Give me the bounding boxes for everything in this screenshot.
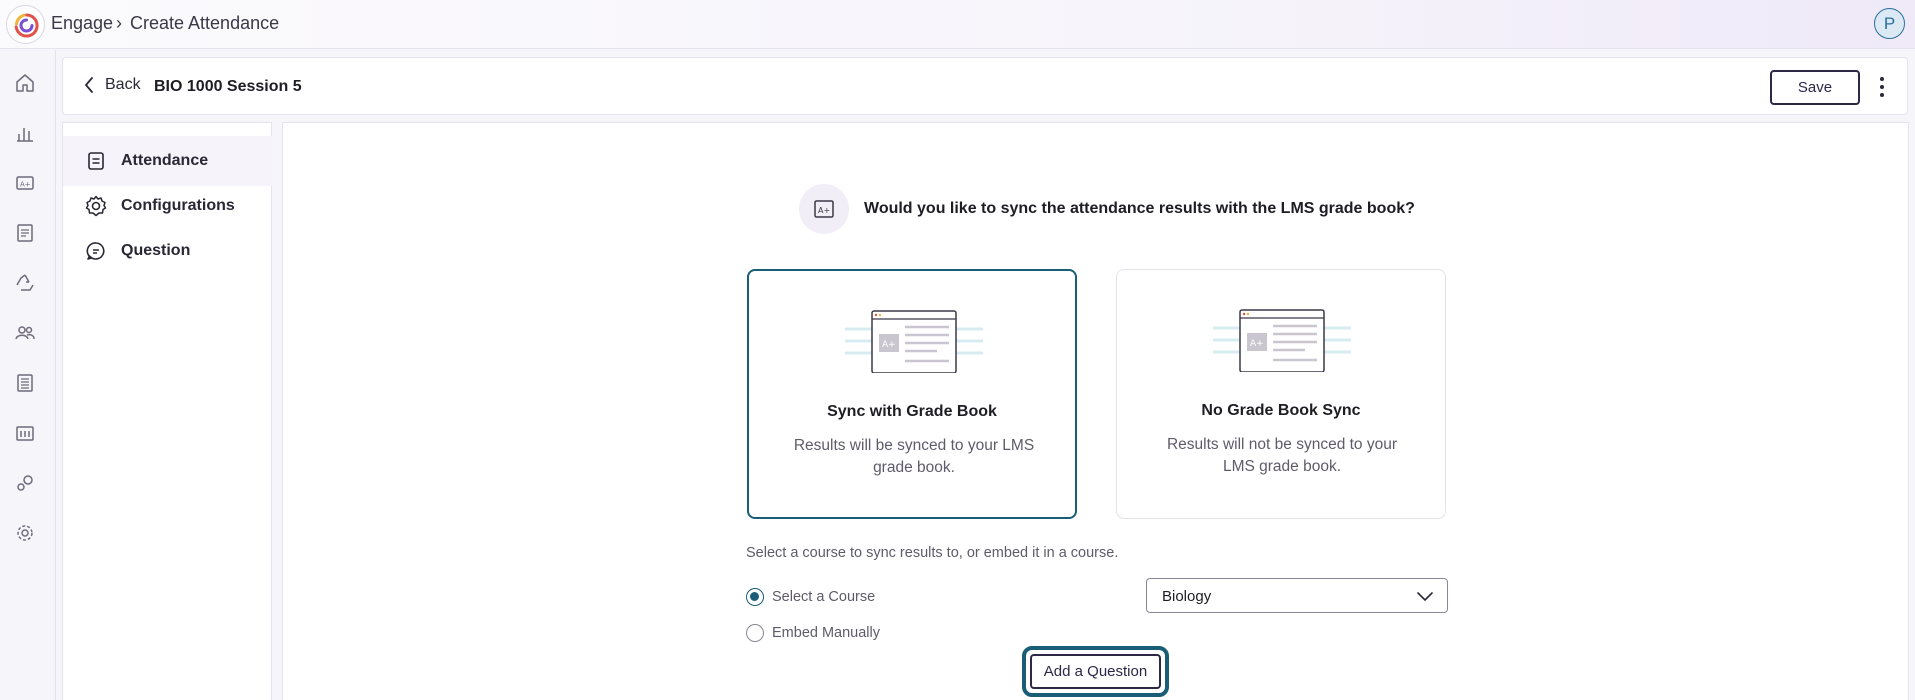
- user-avatar[interactable]: P: [1874, 8, 1905, 39]
- document-icon[interactable]: [14, 222, 36, 244]
- breadcrumb-app[interactable]: Engage: [51, 13, 113, 34]
- grade-icon[interactable]: A+: [14, 172, 36, 194]
- svg-text:A+: A+: [882, 340, 896, 350]
- breadcrumb-page-title: Create Attendance: [130, 13, 280, 33]
- sync-question-text: Would you like to sync the attendance re…: [864, 200, 1415, 217]
- more-options-icon[interactable]: [1875, 72, 1889, 102]
- radio-button[interactable]: [746, 588, 764, 606]
- option-title: No Grade Book Sync: [1201, 402, 1361, 419]
- nav-item-configurations[interactable]: Configurations: [63, 181, 273, 231]
- grade-book-icon: A+: [799, 184, 849, 234]
- svg-text:A+: A+: [20, 181, 31, 189]
- add-question-button[interactable]: Add a Question: [1030, 654, 1161, 689]
- save-button[interactable]: Save: [1770, 70, 1860, 105]
- option-description: Results will not be synced to your LMS g…: [1166, 436, 1398, 475]
- people-icon[interactable]: [14, 322, 36, 344]
- library-icon[interactable]: [14, 422, 36, 444]
- main-panel: A+ Would you like to sync the attendance…: [282, 122, 1909, 700]
- sync-grade-book-option[interactable]: A+ Sync with Grade Book Results will be …: [747, 269, 1077, 519]
- chat-icon: [83, 238, 109, 264]
- analytics-icon[interactable]: [14, 122, 36, 144]
- embed-manually-radio[interactable]: Embed Manually: [746, 624, 880, 642]
- svg-text:A+: A+: [818, 206, 830, 215]
- breadcrumb-separator: ›: [116, 13, 122, 33]
- section-nav: Attendance Configurations Question: [62, 122, 273, 700]
- grade-book-illustration-icon: A+: [1213, 309, 1351, 372]
- session-title: BIO 1000 Session 5: [154, 78, 302, 95]
- nav-label: Configurations: [121, 197, 235, 214]
- list-icon[interactable]: [14, 372, 36, 394]
- grade-book-illustration-icon: A+: [845, 310, 983, 373]
- radio-button[interactable]: [746, 624, 764, 642]
- no-grade-book-sync-option[interactable]: A+ No Grade Book Sync Results will not b…: [1116, 269, 1446, 519]
- icon-rail: A+: [0, 50, 56, 700]
- radio-label: Embed Manually: [772, 625, 880, 641]
- option-description: Results will be synced to your LMS grade…: [793, 437, 1035, 476]
- gear-icon: [83, 193, 109, 219]
- back-button[interactable]: Back: [83, 76, 141, 94]
- svg-text:A+: A+: [1250, 339, 1264, 349]
- course-select[interactable]: Biology: [1146, 578, 1448, 613]
- option-title: Sync with Grade Book: [827, 403, 997, 420]
- select-course-radio[interactable]: Select a Course: [746, 588, 875, 606]
- settings-icon[interactable]: [14, 522, 36, 544]
- nav-label: Attendance: [121, 152, 209, 169]
- sync-question: A+ Would you like to sync the attendance…: [799, 184, 1415, 234]
- nav-item-attendance[interactable]: Attendance: [63, 136, 273, 186]
- home-icon[interactable]: [14, 72, 36, 94]
- document-icon: [83, 148, 109, 174]
- sync-hint-text: Select a course to sync results to, or e…: [746, 545, 1119, 561]
- back-label: Back: [105, 76, 141, 93]
- add-question-focus-ring: Add a Question: [1022, 646, 1169, 697]
- engage-logo-icon[interactable]: [6, 5, 45, 44]
- nav-label: Question: [121, 242, 191, 259]
- chevron-down-icon: [1417, 592, 1433, 602]
- radio-label: Select a Course: [772, 589, 876, 605]
- top-bar: Engage › Create Attendance P: [0, 0, 1915, 49]
- chevron-left-icon: [84, 77, 93, 93]
- session-header: Back BIO 1000 Session 5 Save: [62, 57, 1908, 115]
- recycle-icon[interactable]: [14, 272, 36, 294]
- nav-item-question[interactable]: Question: [63, 226, 273, 276]
- integrations-icon[interactable]: [14, 472, 36, 494]
- course-select-value: Biology: [1162, 588, 1212, 605]
